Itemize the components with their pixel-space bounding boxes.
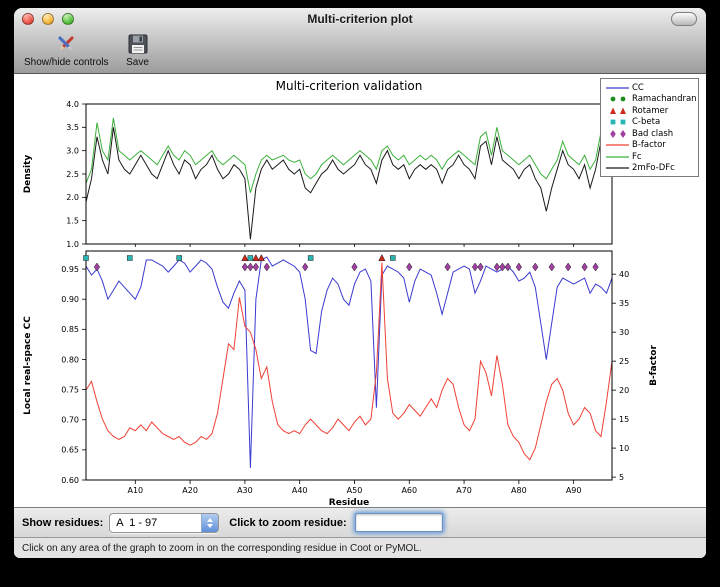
svg-text:0.75: 0.75: [61, 385, 79, 394]
plot-figure: Multi-criterion validation 1.0 1.5 2.0 2.5 3…: [14, 74, 706, 507]
svg-text:4.0: 4.0: [66, 100, 79, 109]
svg-text:A40: A40: [292, 486, 308, 495]
svg-text:15: 15: [619, 415, 629, 424]
svg-text:5: 5: [619, 473, 624, 482]
legend-label: CC: [632, 83, 644, 93]
svg-text:1.0: 1.0: [66, 240, 79, 249]
residue-range-value: A 1 - 97: [110, 517, 201, 529]
legend-item: Bad clash: [605, 128, 694, 140]
legend-label: Ramachandran: [632, 94, 697, 104]
svg-text:0.95: 0.95: [61, 265, 79, 274]
svg-text:Residue: Residue: [329, 498, 369, 507]
svg-text:0.80: 0.80: [61, 355, 79, 364]
plot-legend: CCRamachandran RotamerC-beta Bad clashB-fa…: [600, 78, 699, 177]
svg-text:0.85: 0.85: [61, 325, 79, 334]
svg-text:0.60: 0.60: [61, 476, 79, 485]
legend-item: Fc: [605, 151, 694, 163]
legend-item: Rotamer: [605, 105, 694, 117]
show-hide-controls-label: Show/hide controls: [24, 57, 109, 68]
svg-text:Density: Density: [23, 155, 33, 194]
toolbar: Show/hide controls Save: [14, 30, 706, 68]
svg-text:0.70: 0.70: [61, 416, 79, 425]
legend-item: C-beta: [605, 117, 694, 129]
legend-item: Ramachandran: [605, 94, 694, 106]
save-label: Save: [126, 57, 149, 68]
svg-text:A50: A50: [347, 486, 363, 495]
minimize-button[interactable]: [42, 13, 54, 25]
svg-text:10: 10: [619, 444, 629, 453]
svg-text:30: 30: [619, 328, 629, 337]
zoom-residue-input[interactable]: [355, 513, 443, 532]
titlebar[interactable]: Multi-criterion plot: [14, 8, 706, 30]
legend-item: CC: [605, 82, 694, 94]
window-chrome: Multi-criterion plot Show/hide controls: [14, 8, 706, 74]
svg-text:B-factor: B-factor: [649, 345, 659, 386]
legend-label: Fc: [632, 152, 642, 162]
svg-text:A60: A60: [401, 486, 417, 495]
traffic-lights: [22, 13, 82, 25]
svg-text:A10: A10: [127, 486, 143, 495]
legend-label: Bad clash: [632, 129, 673, 139]
svg-text:3.5: 3.5: [66, 123, 79, 132]
show-residues-label: Show residues:: [22, 517, 103, 529]
svg-text:A20: A20: [182, 486, 198, 495]
legend-item: 2mFo-DFc: [605, 163, 694, 175]
svg-text:40: 40: [619, 270, 629, 279]
svg-text:35: 35: [619, 299, 629, 308]
svg-text:2.0: 2.0: [66, 193, 79, 202]
svg-text:20: 20: [619, 386, 629, 395]
svg-text:Local real-space CC: Local real-space CC: [23, 316, 33, 415]
stepper-arrows-icon: [201, 514, 218, 532]
legend-label: 2mFo-DFc: [632, 163, 675, 173]
legend-item: B-factor: [605, 140, 694, 152]
close-button[interactable]: [22, 13, 34, 25]
svg-text:25: 25: [619, 357, 629, 366]
svg-text:3.0: 3.0: [66, 146, 79, 155]
show-hide-controls-button[interactable]: Show/hide controls: [24, 31, 109, 68]
svg-text:A30: A30: [237, 486, 253, 495]
zoom-residue-label: Click to zoom residue:: [229, 517, 346, 529]
svg-text:A70: A70: [456, 486, 472, 495]
svg-text:A90: A90: [566, 486, 582, 495]
svg-text:0.65: 0.65: [61, 446, 79, 455]
residue-range-select[interactable]: A 1 - 97: [109, 513, 219, 533]
zoom-window-button[interactable]: [62, 13, 74, 25]
toolbar-toggle-button[interactable]: [671, 12, 697, 26]
svg-text:2.5: 2.5: [66, 170, 79, 179]
tools-icon: [53, 31, 79, 57]
save-button[interactable]: Save: [125, 31, 151, 68]
app-window: Multi-criterion plot Show/hide controls: [14, 8, 706, 558]
figure-title: Multi-criterion validation: [14, 79, 684, 93]
window-title: Multi-criterion plot: [14, 8, 706, 30]
status-bar: Click on any area of the graph to zoom i…: [14, 537, 706, 558]
legend-label: B-factor: [632, 140, 666, 150]
svg-text:0.90: 0.90: [61, 295, 79, 304]
status-text: Click on any area of the graph to zoom i…: [22, 543, 422, 554]
control-bar: Show residues: A 1 - 97 Click to zoom re…: [14, 507, 706, 537]
svg-text:A80: A80: [511, 486, 527, 495]
legend-label: Rotamer: [632, 106, 668, 116]
svg-text:1.5: 1.5: [66, 216, 79, 225]
legend-label: C-beta: [632, 117, 660, 127]
save-icon: [125, 31, 151, 57]
